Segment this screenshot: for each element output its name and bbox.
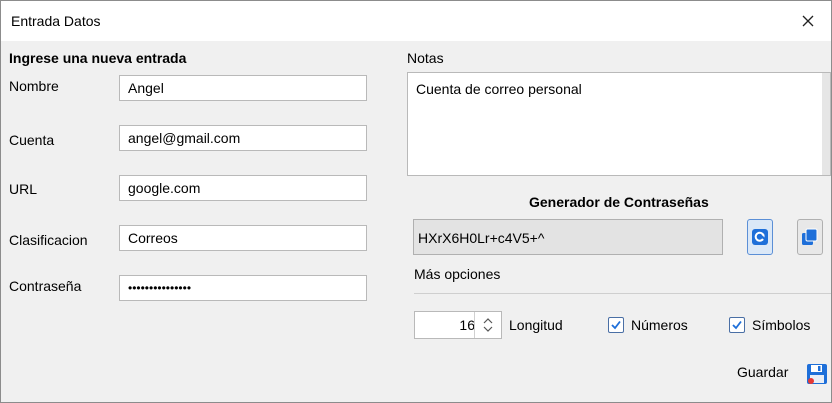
more-options-label: Más opciones [414, 266, 501, 282]
up-down-chevron-icon [483, 318, 493, 332]
symbols-checkbox[interactable] [729, 317, 745, 333]
spinner-arrows[interactable] [474, 312, 501, 338]
checkmark-icon [611, 320, 621, 330]
symbols-label: Símbolos [752, 317, 811, 333]
checkmark-icon [732, 320, 742, 330]
url-field[interactable]: google.com [119, 175, 367, 201]
account-field[interactable]: angel@gmail.com [119, 125, 367, 151]
floppy-disk-icon [807, 364, 827, 384]
length-label: Longitud [509, 317, 563, 333]
url-label: URL [9, 181, 38, 197]
notes-scrollbar[interactable] [822, 73, 830, 175]
regenerate-button[interactable] [747, 219, 773, 255]
numbers-checkbox[interactable] [608, 317, 624, 333]
copy-icon [802, 228, 818, 245]
close-button[interactable] [785, 1, 831, 41]
notes-label: Notas [407, 50, 444, 66]
title-bar: Entrada Datos [1, 1, 831, 41]
copy-button[interactable] [797, 219, 823, 255]
generated-password: HXrX6H0Lr+c4V5+^ [413, 219, 723, 255]
classification-field[interactable]: Correos [119, 225, 367, 251]
name-label: Nombre [9, 78, 59, 94]
save-label: Guardar [737, 364, 789, 380]
close-icon [802, 15, 814, 27]
refresh-icon [752, 229, 768, 245]
name-field[interactable]: Angel [119, 75, 367, 101]
length-value[interactable]: 16 [415, 312, 475, 338]
account-label: Cuenta [9, 132, 55, 148]
generator-heading: Generador de Contraseñas [529, 194, 709, 210]
password-label: Contraseña [9, 278, 82, 294]
options-divider [414, 293, 831, 294]
numbers-label: Números [631, 317, 688, 333]
save-button[interactable] [805, 361, 829, 387]
notes-text: Cuenta de correo personal [416, 81, 582, 97]
password-field[interactable]: ••••••••••••••• [119, 275, 367, 301]
classification-label: Clasificacion [9, 232, 88, 248]
length-spinner[interactable]: 16 [414, 311, 502, 339]
notes-textarea[interactable]: Cuenta de correo personal [407, 72, 831, 176]
window-title: Entrada Datos [11, 13, 101, 29]
form-heading: Ingrese una nueva entrada [9, 50, 187, 66]
dialog-window: Entrada Datos Ingrese una nueva entrada … [0, 0, 832, 403]
